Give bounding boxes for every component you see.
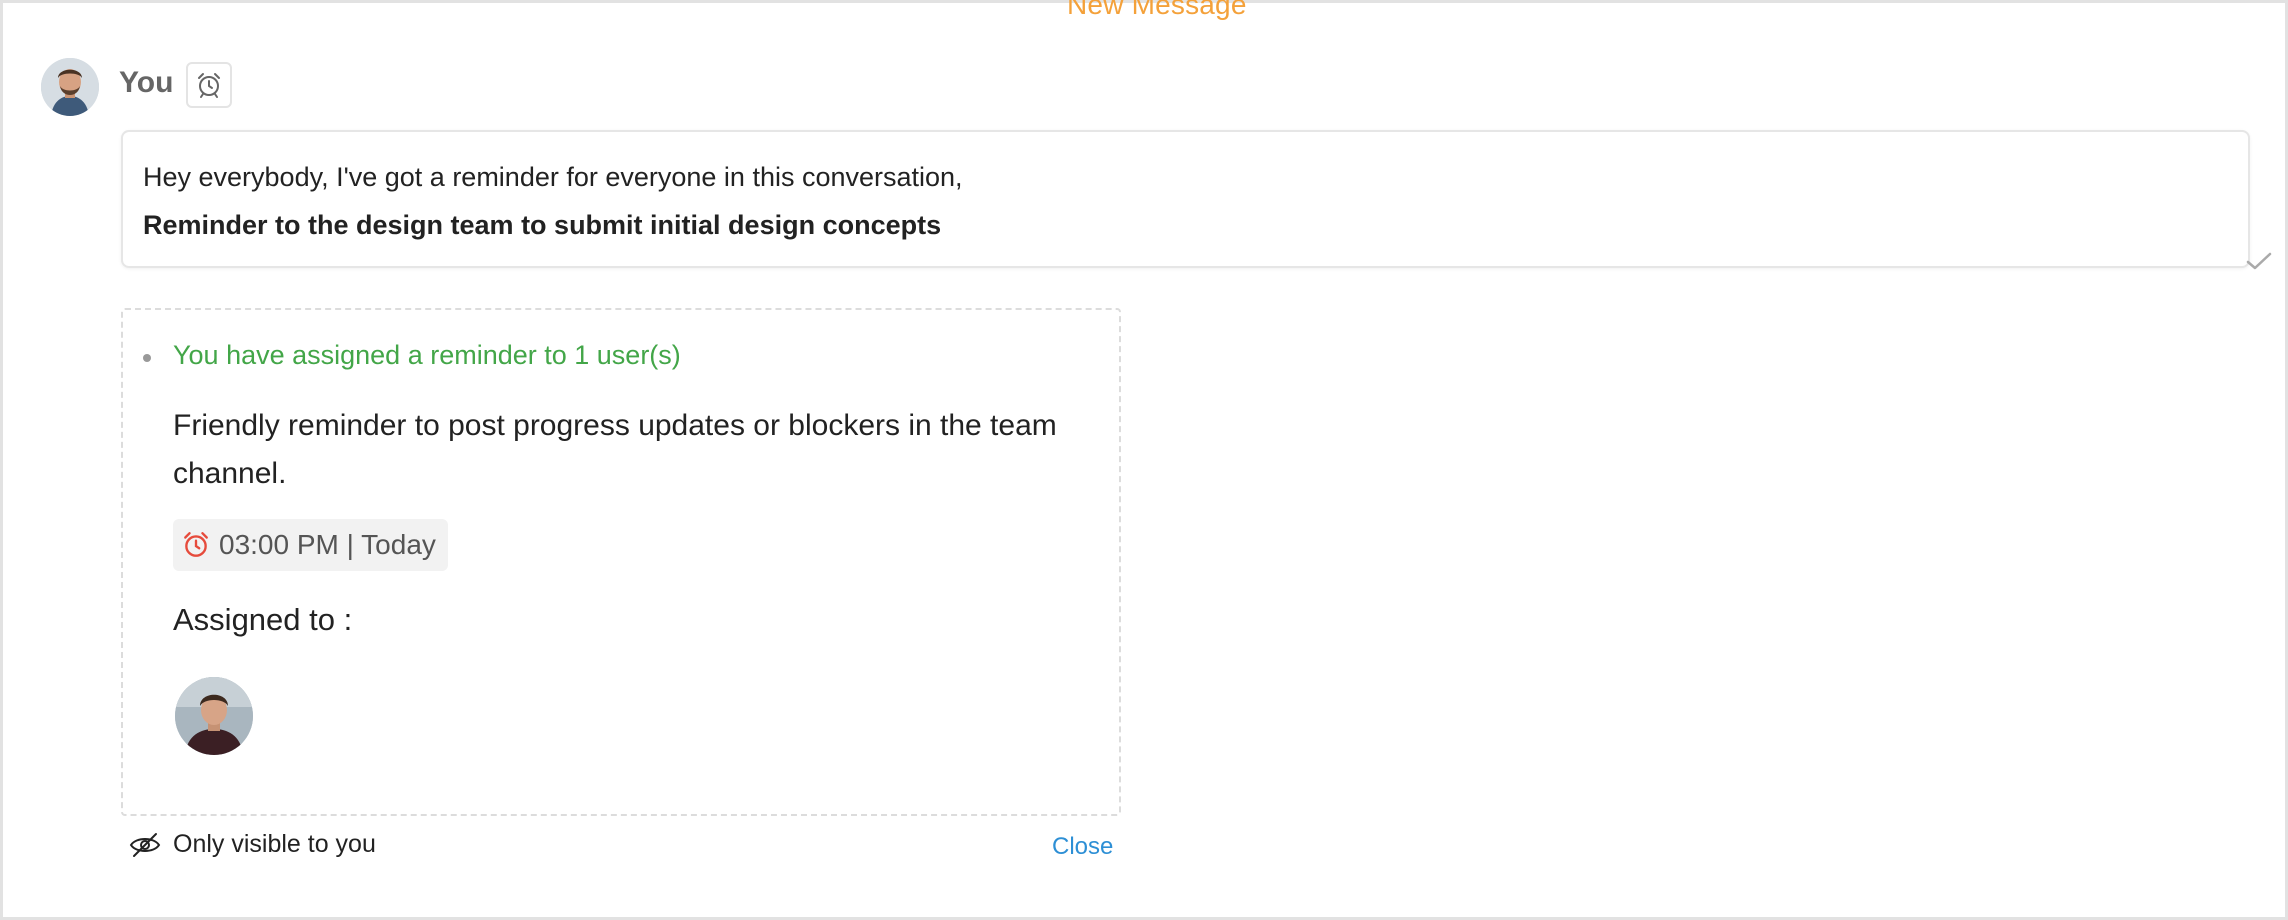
visibility-note: Only visible to you: [129, 830, 376, 859]
close-link[interactable]: Close: [1052, 833, 1113, 861]
bullet-dot: [143, 354, 151, 362]
reminder-time-chip[interactable]: 03:00 PM | Today: [173, 519, 448, 571]
chat-panel: New Message You Hey everybody, I've got …: [0, 0, 2288, 920]
reminder-assigned-status: You have assigned a reminder to 1 user(s…: [173, 340, 681, 370]
sender-avatar[interactable]: [41, 58, 99, 116]
check-icon: [2246, 252, 2272, 270]
new-message-divider: New Message: [1067, 0, 1247, 20]
sender-name: You: [119, 66, 174, 99]
reminder-card: You have assigned a reminder to 1 user(s…: [121, 308, 1121, 816]
reminder-time: 03:00 PM | Today: [219, 529, 436, 560]
set-reminder-button[interactable]: [186, 62, 232, 108]
message-text: Hey everybody, I've got a reminder for e…: [143, 162, 963, 192]
reminder-description: Friendly reminder to post progress updat…: [173, 409, 1057, 490]
message-bubble[interactable]: Hey everybody, I've got a reminder for e…: [121, 130, 2250, 268]
assignee-avatar[interactable]: [175, 677, 253, 755]
eye-off-icon: [129, 832, 161, 857]
visibility-text: Only visible to you: [173, 830, 376, 858]
alarm-clock-icon: [198, 73, 220, 98]
alarm-clock-icon: [184, 532, 208, 557]
assigned-to-label: Assigned to :: [173, 602, 353, 637]
message-reminder-text: Reminder to the design team to submit in…: [143, 210, 942, 240]
